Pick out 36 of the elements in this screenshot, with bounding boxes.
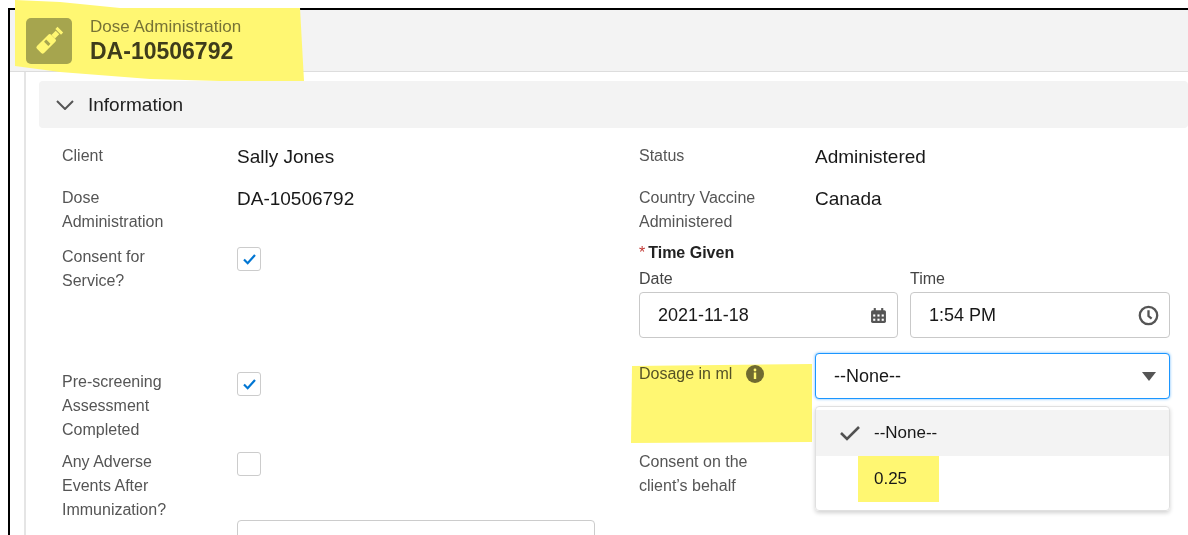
checkmark-icon [242, 378, 256, 390]
checkbox[interactable] [237, 372, 261, 396]
syringe-icon [26, 17, 72, 64]
field-label: Time Given [648, 244, 735, 261]
checkbox[interactable] [237, 247, 261, 271]
field-label: Consent on the client’s behalf [638, 452, 749, 496]
field-label: Pre-screening Assessment Completed [62, 372, 163, 440]
section-header[interactable]: Information [39, 81, 1188, 128]
info-icon[interactable] [746, 365, 765, 383]
date-field[interactable]: 2021-11-18 [638, 292, 898, 338]
field-value: DA-10506792 [237, 187, 355, 211]
field-label: Country Vaccine Administered [638, 188, 757, 232]
checkmark-icon [242, 253, 256, 265]
checkmark-icon [839, 425, 860, 441]
field-label: Dose Administration [62, 188, 165, 232]
field-label: Consent for Service? [62, 247, 146, 291]
field-label: Client [62, 146, 104, 166]
field-label: Any Adverse Events After Immunization? [62, 452, 168, 520]
dropdown-field[interactable]: --None-- [814, 353, 1170, 399]
field-value: Canada [814, 187, 882, 211]
field-label: Status [638, 146, 686, 166]
checkbox[interactable] [237, 452, 261, 476]
time-field[interactable]: 1:54 PM [909, 292, 1170, 338]
dropdown-option[interactable]: 0.25 [815, 456, 1169, 502]
dropdown-option[interactable]: --None-- [815, 410, 1169, 456]
field-label: Time [909, 269, 946, 289]
field-label: Date [638, 269, 674, 289]
field-value: Sally Jones [237, 145, 335, 169]
record-title: DA-10506792 [90, 36, 235, 65]
object-type-label: Dose Administration [90, 16, 242, 37]
clock-icon [1137, 304, 1159, 326]
calendar-icon [869, 306, 887, 324]
field-value: Administered [814, 145, 926, 169]
required-mark: * [638, 244, 646, 261]
caret-icon [1141, 371, 1156, 381]
field-label: Dosage in ml [638, 364, 733, 384]
